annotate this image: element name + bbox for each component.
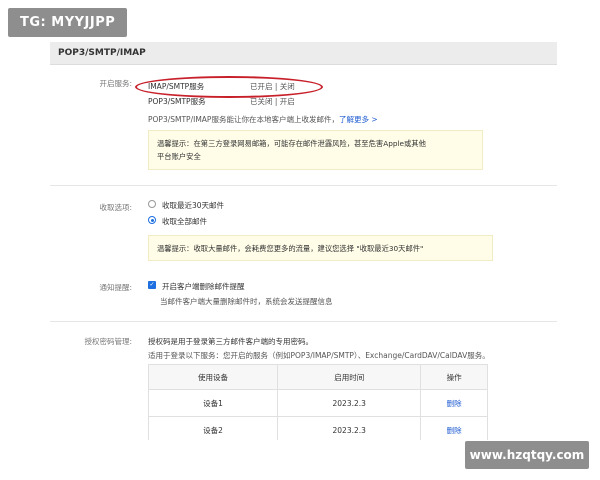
panel-title: POP3/SMTP/IMAP [50,42,557,65]
table-row: 设备2 2023.2.3 删除 [147,416,488,440]
service-status-pop3: 已关闭 | 开启 [250,96,295,107]
watermark-top-left: TG: MYYJJPP [8,8,128,37]
open-pop3-link[interactable]: 开启 [280,97,295,106]
status-text: 已开启 [250,82,273,91]
services-description: POP3/SMTP/IMAP服务能让你在本地客户端上收发邮件，了解更多 > [148,114,378,125]
services-desc-text: POP3/SMTP/IMAP服务能让你在本地客户端上收发邮件， [148,115,339,124]
service-name-imap: IMAP/SMTP服务 [148,82,205,91]
services-label: 开启服务: [99,79,132,88]
auth-line1: 授权码是用于登录第三方邮件客户端的专用密码。 [148,337,313,346]
services-tip-line1: 温馨提示：在第三方登录网易邮箱，可能存在邮件泄露风险，甚至危害Apple或其他 [157,139,426,148]
checkbox-checked-icon[interactable]: ✓ [148,281,156,289]
receive-tip: 温馨提示：收取大量邮件，会耗费您更多的流量，建议您选择 "收取最近30天邮件" [148,235,493,261]
col-device: 使用设备 [147,364,279,390]
notify-checkbox-label[interactable]: 开启客户端删除邮件提醒 [162,281,245,292]
service-status-imap: 已开启 | 关闭 [250,81,295,92]
delete-link[interactable]: 删除 [420,416,488,440]
watermark-bottom-right: www.hzqtqy.com [465,441,589,469]
notify-subtext: 当邮件客户端大量删除邮件时，系统会发送提醒信息 [160,297,333,306]
col-action: 操作 [420,364,488,390]
device-time: 2023.2.3 [277,389,422,417]
device-name: 设备2 [147,416,279,440]
receive-option-all[interactable]: 收取全部邮件 [162,216,207,227]
notify-label: 通知提醒: [99,283,132,292]
divider [50,321,557,322]
auth-label: 授权密码管理: [84,337,132,346]
status-separator: | [272,82,280,91]
radio-button-icon[interactable] [148,200,156,208]
close-imap-link[interactable]: 关闭 [280,82,295,91]
settings-panel: POP3/SMTP/IMAP 开启服务: IMAP/SMTP服务 已开启 | 关… [50,42,557,440]
table-header-row: 使用设备 启用时间 操作 [147,364,488,390]
service-name-pop3: POP3/SMTP服务 [148,97,206,106]
col-enabled-time: 启用时间 [277,364,422,390]
receive-option-30days[interactable]: 收取最近30天邮件 [162,200,224,211]
learn-more-link[interactable]: 了解更多 > [339,115,378,124]
device-name: 设备1 [147,389,279,417]
device-table: 使用设备 启用时间 操作 设备1 2023.2.3 删除 设备2 2023.2.… [147,364,488,440]
status-separator: | [272,97,280,106]
table-row: 设备1 2023.2.3 删除 [147,389,488,417]
divider [50,185,557,186]
services-tip-line2: 平台账户安全 [157,152,201,161]
device-time: 2023.2.3 [277,416,422,440]
status-text: 已关闭 [250,97,273,106]
auth-line2: 适用于登录以下服务：您开启的服务（例如POP3/IMAP/SMTP）、Excha… [148,351,490,360]
delete-link[interactable]: 删除 [420,389,488,417]
services-tip: 温馨提示：在第三方登录网易邮箱，可能存在邮件泄露风险，甚至危害Apple或其他 … [148,130,483,170]
radio-button-checked-icon[interactable] [148,216,156,224]
receive-label: 收取选项: [99,203,132,212]
